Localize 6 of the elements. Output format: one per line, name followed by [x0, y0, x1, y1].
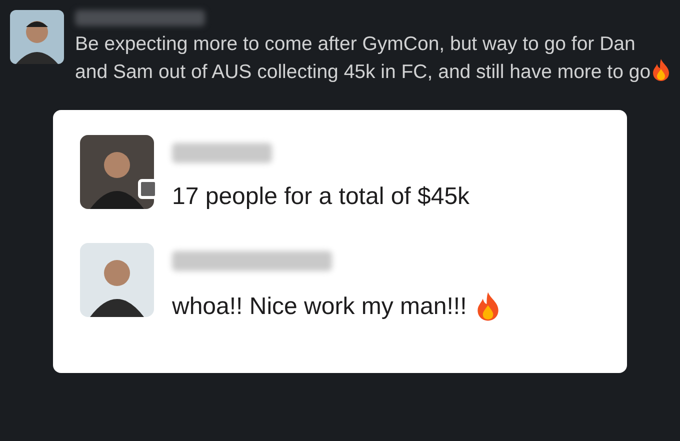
avatar[interactable] — [80, 135, 154, 209]
avatar[interactable] — [80, 243, 154, 317]
message-text: 17 people for a total of $45k — [172, 183, 470, 211]
message-text: Be expecting more to come after GymCon, but way to go for Dan and Sam out of AUS collecting 45k in FC, and still have more to go — [75, 30, 673, 86]
message-text: whoa!! Nice work my man!!! — [172, 292, 467, 320]
avatar[interactable] — [10, 10, 64, 64]
